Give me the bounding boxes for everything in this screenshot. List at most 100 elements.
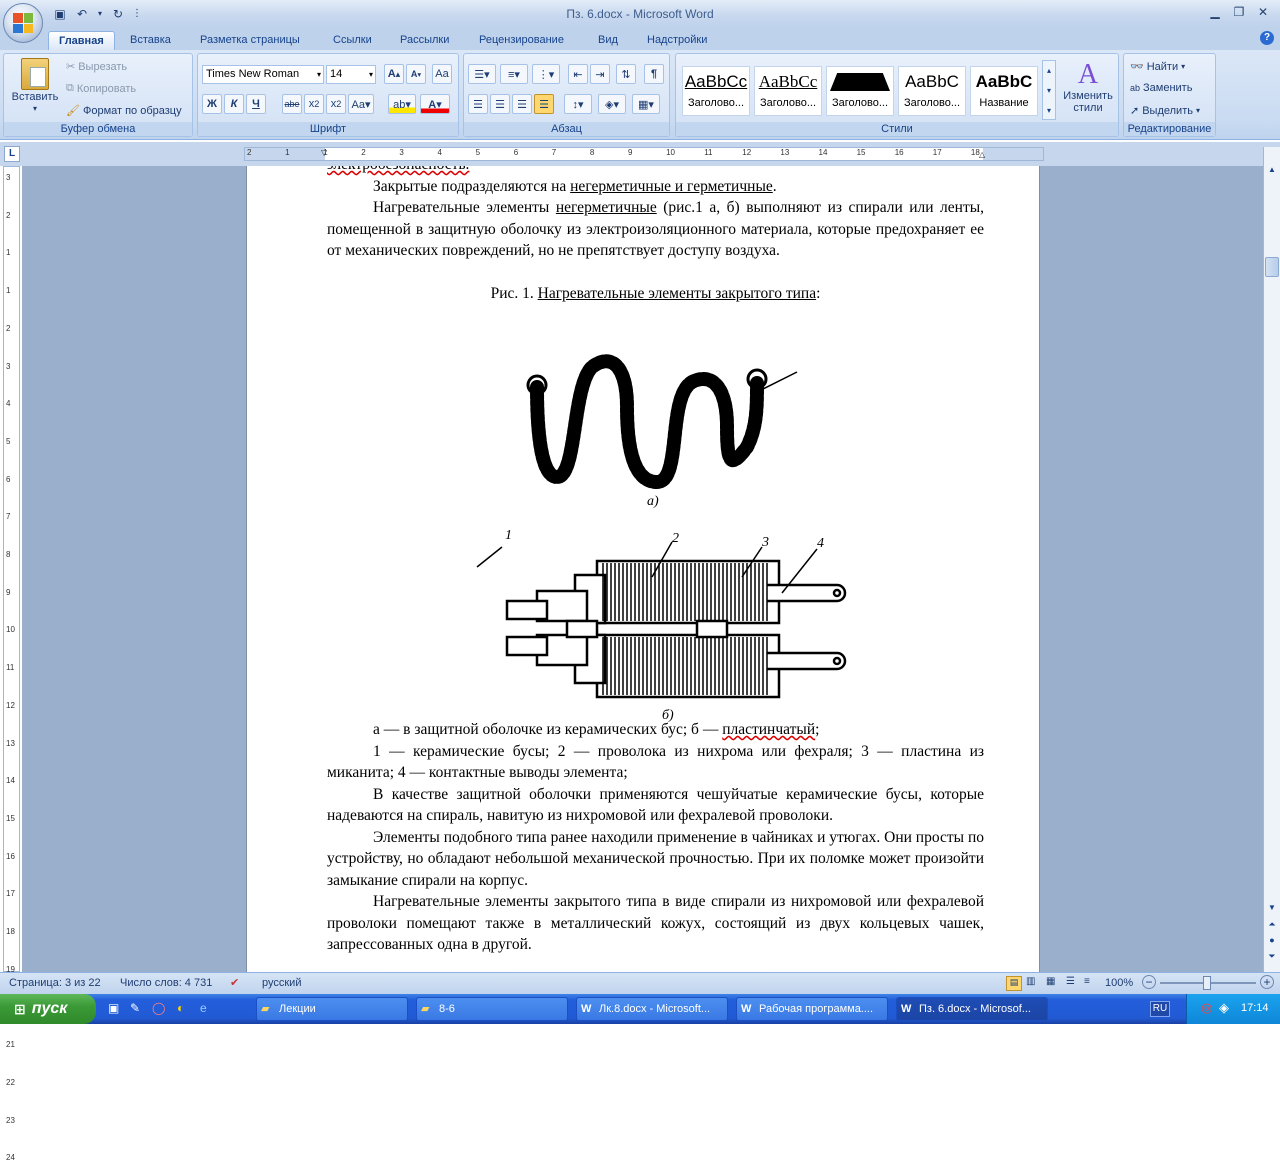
zoom-level[interactable]: 100% xyxy=(1105,977,1133,989)
full-screen-reading-icon[interactable]: ▥ xyxy=(1026,976,1035,987)
tab-view[interactable]: Вид xyxy=(588,31,628,50)
internet-explorer-icon[interactable]: e xyxy=(200,1001,207,1015)
align-left-icon[interactable]: ☰ xyxy=(468,94,488,114)
justify-icon[interactable]: ☰ xyxy=(534,94,554,114)
tab-page-layout[interactable]: Разметка страницы xyxy=(190,31,310,50)
paste-button[interactable]: Вставить ▾ xyxy=(10,58,60,113)
replace-button[interactable]: ab Заменить xyxy=(1130,82,1192,94)
increase-indent-icon[interactable]: ⇥ xyxy=(590,64,610,84)
tab-references[interactable]: Ссылки xyxy=(323,31,382,50)
font-name-combo[interactable]: Times New Roman ▾ xyxy=(202,65,324,84)
help-icon[interactable]: ? xyxy=(1260,31,1274,45)
decrease-indent-icon[interactable]: ⇤ xyxy=(568,64,588,84)
horizontal-ruler[interactable]: 2 1 1 2 3 4 5 6 7 8 9 10 11 12 13 14 15 16 17 18 ▽ △ xyxy=(244,147,1044,161)
figure-label-2: 2 xyxy=(672,531,679,546)
numbering-icon[interactable]: ≡▾ xyxy=(500,64,528,84)
subscript-icon[interactable]: x2 xyxy=(304,94,324,114)
shading-icon[interactable]: ◈▾ xyxy=(598,94,626,114)
word-count[interactable]: Число слов: 4 731 xyxy=(120,977,212,989)
start-button[interactable]: ⊞ пуск xyxy=(0,994,96,1024)
clear-formatting-icon[interactable]: Aa xyxy=(432,64,452,84)
grow-font-icon[interactable]: A ▴ xyxy=(384,64,404,84)
opera-icon[interactable]: ◯ xyxy=(152,1001,165,1015)
taskbar-item-pz6[interactable]: W Пз. 6.docx - Microsof... xyxy=(896,997,1048,1021)
change-case-icon[interactable]: Aa▾ xyxy=(348,94,374,114)
borders-icon[interactable]: ▦▾ xyxy=(632,94,660,114)
ruler-tick-label: 5 xyxy=(6,436,11,446)
draft-icon[interactable]: ≡ xyxy=(1084,976,1090,987)
opera-tray-icon[interactable]: ◎ xyxy=(1201,1000,1212,1016)
change-styles-button[interactable]: A Изменить стили xyxy=(1060,60,1116,115)
tab-mailings[interactable]: Рассылки xyxy=(390,31,459,50)
show-marks-icon[interactable]: ¶ xyxy=(644,64,664,84)
ruler-tick-label: 16 xyxy=(894,148,904,157)
style-heading-1[interactable]: AaBbCc Заголово... xyxy=(682,66,750,116)
outline-icon[interactable]: ☰ xyxy=(1066,976,1075,987)
font-color-icon[interactable]: A▾ xyxy=(420,94,450,114)
style-heading-2[interactable]: AaBbCc Заголово... xyxy=(754,66,822,116)
next-page-icon[interactable]: ⏷ xyxy=(1265,951,1279,965)
tab-selector-icon[interactable]: L xyxy=(4,146,20,162)
style-heading-4[interactable]: AaBbC Заголово... xyxy=(898,66,966,116)
superscript-icon[interactable]: x2 xyxy=(326,94,346,114)
underline-icon[interactable]: Ч xyxy=(246,94,266,114)
maximize-icon[interactable]: ❐ xyxy=(1228,4,1250,20)
antivirus-icon[interactable]: ◈ xyxy=(1219,1000,1229,1016)
multilevel-list-icon[interactable]: ⋮▾ xyxy=(532,64,560,84)
format-painter-button[interactable]: 🖌 Формат по образцу xyxy=(66,104,182,118)
find-button[interactable]: 👓 Найти ▾ xyxy=(1130,60,1185,74)
previous-page-icon[interactable]: ⏶ xyxy=(1265,919,1279,933)
align-center-icon[interactable]: ☰ xyxy=(490,94,510,114)
sort-icon[interactable]: ⇅ xyxy=(616,64,636,84)
right-indent-icon[interactable]: △ xyxy=(979,150,985,159)
bold-icon[interactable]: Ж xyxy=(202,94,222,114)
strikethrough-icon[interactable]: abe xyxy=(282,94,302,114)
document-page[interactable]: электробезопасность. Закрытые подразделя… xyxy=(246,166,1040,972)
font-size-combo[interactable]: 14 ▾ xyxy=(326,65,376,84)
clock[interactable]: 17:14 xyxy=(1241,1002,1269,1014)
taskbar-item-lectures[interactable]: ▰ Лекции xyxy=(256,997,408,1021)
shrink-font-icon[interactable]: A ▾ xyxy=(406,64,426,84)
taskbar-item-lk8[interactable]: W Лк.8.docx - Microsoft... xyxy=(576,997,728,1021)
quicklaunch-icon[interactable]: ✎ xyxy=(130,1001,140,1015)
taskbar-item-8-6[interactable]: ▰ 8-6 xyxy=(416,997,568,1021)
style-title[interactable]: AaBbC Название xyxy=(970,66,1038,116)
bullets-icon[interactable]: ☰▾ xyxy=(468,64,496,84)
web-layout-icon[interactable]: ▦ xyxy=(1046,976,1055,987)
media-icon[interactable]: ◐ xyxy=(177,1001,184,1015)
tab-insert[interactable]: Вставка xyxy=(120,31,181,50)
print-layout-icon[interactable]: ▤ xyxy=(1006,976,1022,991)
first-line-indent-icon[interactable]: ▽ xyxy=(321,148,327,157)
vertical-scrollbar[interactable]: ▲ ▼ ⏶ ● ⏷ xyxy=(1263,147,1280,972)
select-button[interactable]: ➚ Выделить ▾ xyxy=(1130,104,1200,118)
cut-button[interactable]: ✂ Вырезать xyxy=(66,60,127,74)
italic-icon[interactable]: К xyxy=(224,94,244,114)
page-indicator[interactable]: Страница: 3 из 22 xyxy=(9,977,101,989)
tab-home[interactable]: Главная xyxy=(48,31,115,50)
line-spacing-icon[interactable]: ↕▾ xyxy=(564,94,592,114)
minimize-icon[interactable]: ▁ xyxy=(1204,4,1226,20)
tab-addins[interactable]: Надстройки xyxy=(637,31,717,50)
show-desktop-icon[interactable]: ▣ xyxy=(108,1001,119,1015)
zoom-slider-thumb[interactable] xyxy=(1203,976,1211,990)
zoom-in-icon[interactable]: + xyxy=(1260,975,1274,989)
tab-review[interactable]: Рецензирование xyxy=(469,31,574,50)
style-heading-3[interactable]: Заголово... xyxy=(826,66,894,116)
scroll-up-icon[interactable]: ▲ xyxy=(1265,165,1279,177)
paragraph-1: Закрытые подразделяются на негерметичные… xyxy=(373,177,777,195)
language-indicator[interactable]: русский xyxy=(262,977,301,989)
taskbar-item-program[interactable]: W Рабочая программа.... xyxy=(736,997,888,1021)
align-right-icon[interactable]: ☰ xyxy=(512,94,532,114)
vertical-ruler[interactable]: 3211234567891011121314151617181920212223… xyxy=(3,166,20,1162)
proofing-icon[interactable]: ✔ xyxy=(230,976,239,989)
scroll-thumb[interactable] xyxy=(1265,257,1279,277)
language-bar[interactable]: RU xyxy=(1150,1001,1170,1017)
highlight-icon[interactable]: ab▾ xyxy=(388,94,416,114)
zoom-out-icon[interactable]: − xyxy=(1142,975,1156,989)
scroll-down-icon[interactable]: ▼ xyxy=(1265,903,1279,915)
styles-scroll[interactable]: ▴ ▾ ▾ xyxy=(1042,60,1056,120)
browse-object-icon[interactable]: ● xyxy=(1265,935,1279,949)
close-icon[interactable]: ✕ xyxy=(1252,4,1274,20)
office-button[interactable] xyxy=(3,3,43,43)
copy-button[interactable]: ⧉ Копировать xyxy=(66,82,136,95)
